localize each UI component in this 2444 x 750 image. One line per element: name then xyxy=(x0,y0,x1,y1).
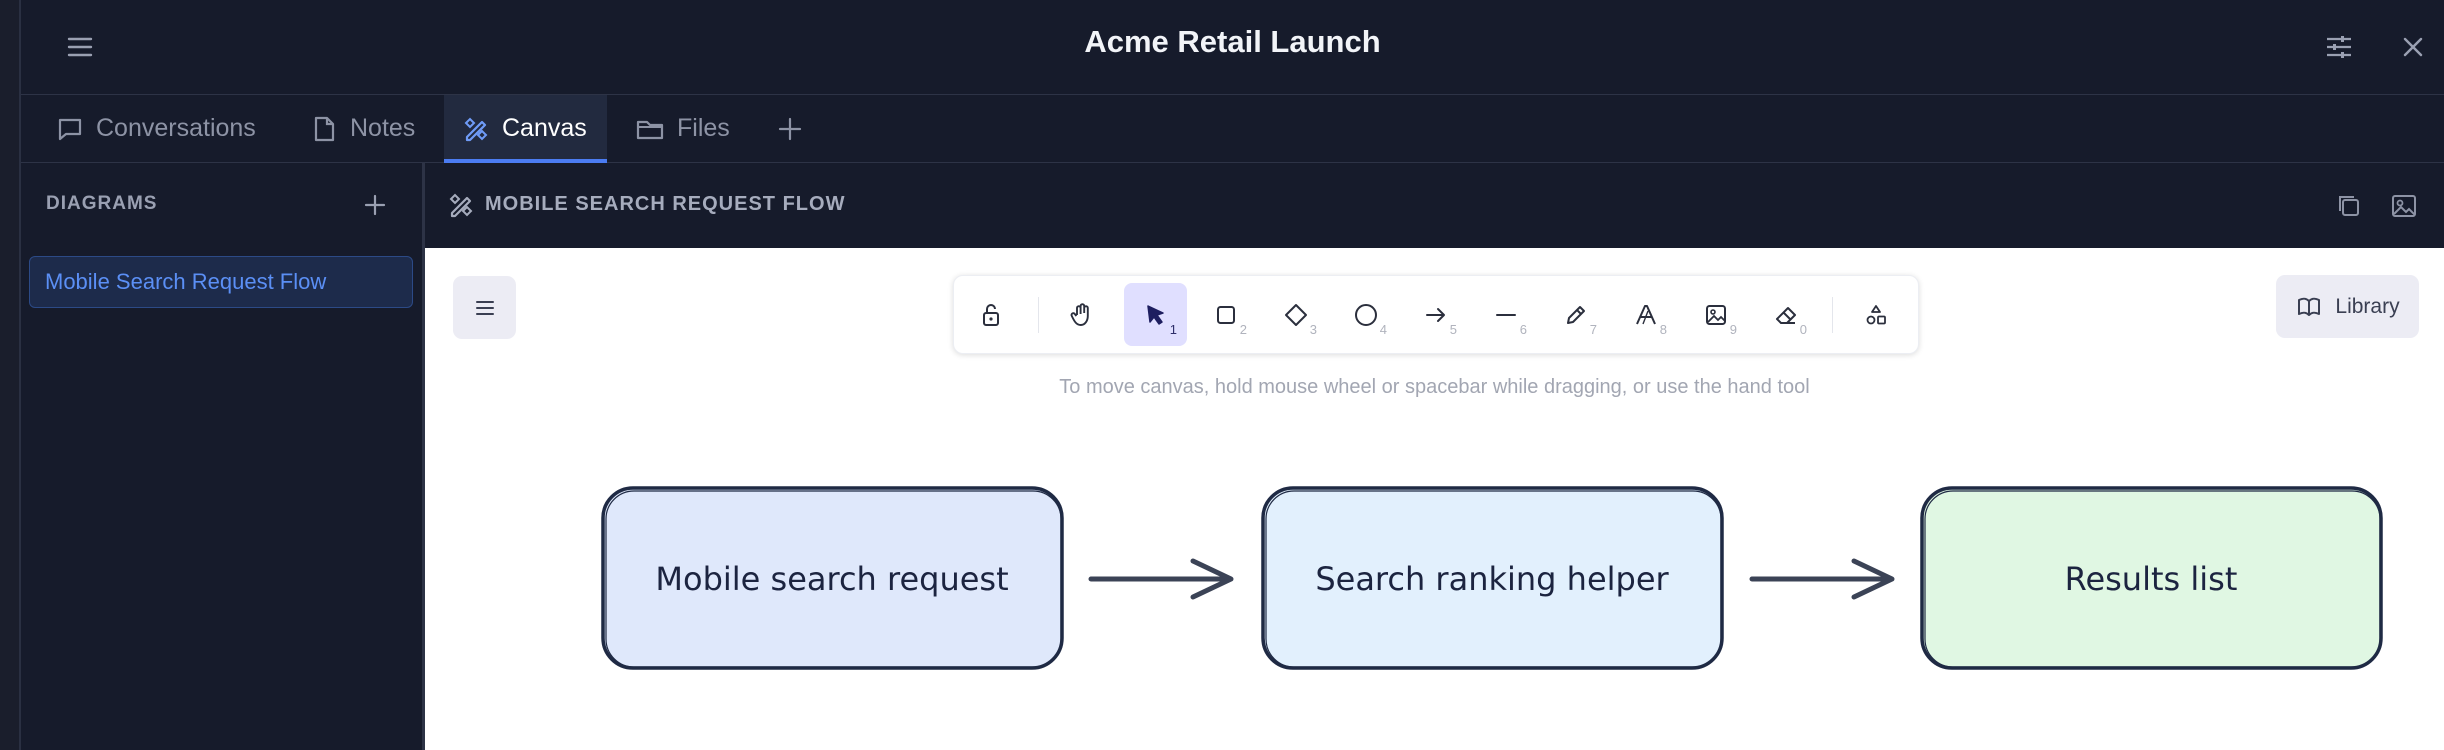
export-image-icon[interactable] xyxy=(2389,191,2419,221)
drawing-canvas[interactable]: 1 2 3 4 5 6 7 8 9 0 Library To move canv… xyxy=(425,248,2444,750)
node-label: Mobile search request xyxy=(655,560,1008,598)
flow-node[interactable]: Mobile search request xyxy=(601,486,1064,670)
note-icon xyxy=(314,116,335,141)
chat-icon xyxy=(58,118,82,140)
title-bar: Acme Retail Launch xyxy=(21,0,2444,95)
settings-sliders-icon[interactable] xyxy=(2322,30,2356,64)
sidebar-item-mobile-search-request-flow[interactable]: Mobile Search Request Flow xyxy=(29,256,413,308)
add-diagram-icon[interactable] xyxy=(361,191,389,219)
flow-arrow[interactable] xyxy=(1088,558,1234,600)
tab-notes[interactable]: Notes xyxy=(310,95,415,162)
tab-label: Canvas xyxy=(502,114,587,142)
flow-node[interactable]: Results list xyxy=(1920,486,2383,670)
node-label: Results list xyxy=(2065,560,2238,598)
app-window: Acme Retail Launch Conversations Notes C… xyxy=(19,0,2444,750)
tab-label: Notes xyxy=(350,114,416,142)
flow-node[interactable]: Search ranking helper xyxy=(1261,486,1724,670)
close-icon[interactable] xyxy=(2396,30,2430,64)
tab-files[interactable]: Files xyxy=(635,95,730,162)
diagram-title: MOBILE SEARCH REQUEST FLOW xyxy=(485,193,846,215)
tab-label: Files xyxy=(677,114,730,142)
add-tab-icon[interactable] xyxy=(773,112,807,146)
tab-conversations[interactable]: Conversations xyxy=(56,95,256,162)
canvas-header: MOBILE SEARCH REQUEST FLOW xyxy=(425,163,2444,248)
window-title: Acme Retail Launch xyxy=(1084,24,1381,59)
folder-icon xyxy=(636,120,664,139)
diagrams-sidebar: DIAGRAMS Mobile Search Request Flow xyxy=(21,163,425,750)
tab-canvas[interactable]: Canvas xyxy=(444,95,607,163)
canvas-icon xyxy=(464,117,488,141)
node-label: Search ranking helper xyxy=(1315,560,1669,598)
flow-diagram: Mobile search request Search ranking hel… xyxy=(601,486,2383,670)
canvas-icon xyxy=(449,193,473,218)
sidebar-heading: DIAGRAMS xyxy=(46,193,158,214)
tab-bar: Conversations Notes Canvas Files xyxy=(21,95,2444,163)
copy-icon[interactable] xyxy=(2334,191,2364,221)
main-panel: MOBILE SEARCH REQUEST FLOW 1 2 3 4 5 6 7… xyxy=(425,163,2444,750)
flow-arrow[interactable] xyxy=(1749,558,1895,600)
tab-label: Conversations xyxy=(96,114,256,142)
